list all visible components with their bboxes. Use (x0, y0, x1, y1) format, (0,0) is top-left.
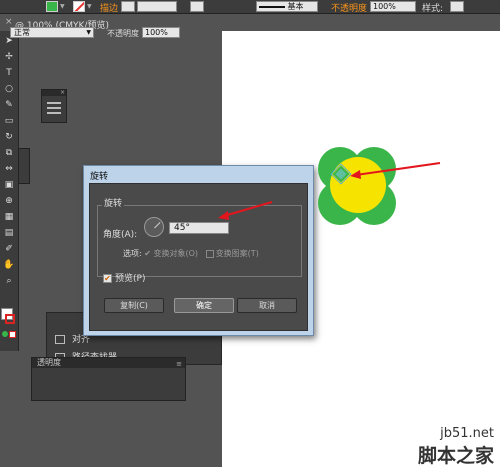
cancel-button[interactable]: 取消 (237, 298, 297, 313)
transparency-panel-title: 透明度 (37, 358, 61, 367)
opacity-input[interactable]: 100% (370, 1, 416, 12)
lasso-tool-icon[interactable]: ✢ (2, 51, 16, 64)
collapsed-panel[interactable]: × (41, 89, 67, 123)
eyedropper-tool-icon[interactable]: ✐ (2, 243, 16, 256)
zoom-tool-icon[interactable]: ⌕ (2, 275, 16, 288)
chevron-down-icon: ▼ (86, 29, 91, 36)
copy-button[interactable]: 复制(C) (104, 298, 164, 313)
watermark-name: 脚本之家 (417, 445, 494, 467)
flower-shape[interactable] (318, 147, 396, 225)
rotate-tool-icon[interactable]: ↻ (2, 131, 16, 144)
transform-objects-checkbox[interactable]: ✔ 变换对象(O) (144, 249, 198, 258)
variable-width-select[interactable] (190, 1, 204, 12)
control-bar: ▼ ▼ 描边 基本 不透明度 100% 样式: (0, 0, 500, 14)
fill-swatch[interactable] (46, 1, 58, 12)
stroke-label[interactable]: 描边 (100, 1, 118, 14)
checkbox-box (205, 249, 214, 258)
ok-button[interactable]: 确定 (174, 298, 234, 313)
align-tab-label: 对齐 (72, 335, 91, 345)
rotate-group-label: 旋转 (102, 196, 125, 209)
hand-tool-icon[interactable]: ✋ (2, 259, 16, 272)
transform-patterns-checkbox[interactable]: 变换图案(T) (205, 249, 259, 258)
options-row: 选项: ✔ 变换对象(O) 变换图案(T) (123, 248, 259, 259)
angle-dial[interactable] (144, 217, 164, 237)
watermark-site: jb51.net (440, 426, 494, 441)
stroke-weight-input[interactable] (137, 1, 177, 12)
transparency-panel-header[interactable]: 透明度 ≡ (32, 358, 185, 368)
collapsed-tool-strip[interactable] (18, 148, 30, 184)
pencil-tool-icon[interactable]: ✎ (2, 99, 16, 112)
tools-panel: ➤ ✢ T ○ ✎ ▭ ↻ ⧉ ⇔ ▣ ⊕ ▦ ▤ ✐ ✋ ⌕ (0, 31, 19, 351)
close-tab-icon[interactable]: × (5, 17, 13, 27)
blend-mode-select[interactable]: 正常 ▼ (10, 27, 94, 38)
stroke-color-swatch[interactable] (5, 314, 15, 324)
blend-mode-value: 正常 (14, 28, 30, 37)
transparency-opacity-input[interactable]: 100% (142, 27, 180, 38)
opacity-label[interactable]: 不透明度 (331, 1, 367, 14)
shape-builder-tool-icon[interactable]: ⊕ (2, 195, 16, 208)
gradient-tool-icon[interactable]: ▤ (2, 227, 16, 240)
stroke-dropdown-icon[interactable]: ▼ (87, 3, 92, 10)
stroke-stepper[interactable] (121, 1, 135, 12)
panel-menu-icon[interactable]: ≡ (176, 359, 182, 369)
color-mode-icon[interactable] (2, 331, 8, 337)
brush-style-label: 基本 (287, 2, 304, 11)
align-icon (55, 335, 65, 344)
artwork-flower[interactable] (312, 141, 472, 241)
preview-label: 预览(P) (115, 274, 146, 284)
rotate-dialog: 旋转 旋转 角度(A): 45° 选项: ✔ 变换对象(O) 变换图案(T) ✔… (83, 165, 314, 336)
style-select[interactable] (450, 1, 464, 12)
style-label: 样式: (422, 4, 444, 14)
type-tool-icon[interactable]: T (2, 67, 16, 80)
preview-checkbox[interactable]: ✔ 预览(P) (103, 271, 145, 284)
transparency-panel: 透明度 ≡ (31, 357, 186, 401)
none-mode-icon[interactable] (9, 331, 16, 338)
mesh-tool-icon[interactable]: ▦ (2, 211, 16, 224)
brush-style-select[interactable]: 基本 (256, 1, 318, 12)
transform-patterns-label: 变换图案(T) (215, 249, 259, 258)
eraser-tool-icon[interactable]: ▭ (2, 115, 16, 128)
free-transform-tool-icon[interactable]: ▣ (2, 179, 16, 192)
width-tool-icon[interactable]: ⇔ (2, 163, 16, 176)
scale-tool-icon[interactable]: ⧉ (2, 147, 16, 160)
angle-label: 角度(A): (103, 230, 138, 240)
ellipse-tool-icon[interactable]: ○ (2, 83, 16, 96)
panel-menu-icon[interactable] (47, 102, 61, 114)
fill-dropdown-icon[interactable]: ▼ (60, 3, 65, 10)
options-label: 选项: (123, 249, 142, 258)
stroke-swatch[interactable] (73, 1, 85, 12)
dialog-title: 旋转 (90, 172, 109, 182)
panel-close-icon[interactable]: × (42, 90, 66, 96)
transparency-opacity-label: 不透明度 (107, 29, 139, 38)
annotation-arrow-dialog (218, 201, 273, 220)
check-icon: ✔ (103, 274, 112, 283)
transform-objects-label: 变换对象(O) (153, 249, 199, 258)
